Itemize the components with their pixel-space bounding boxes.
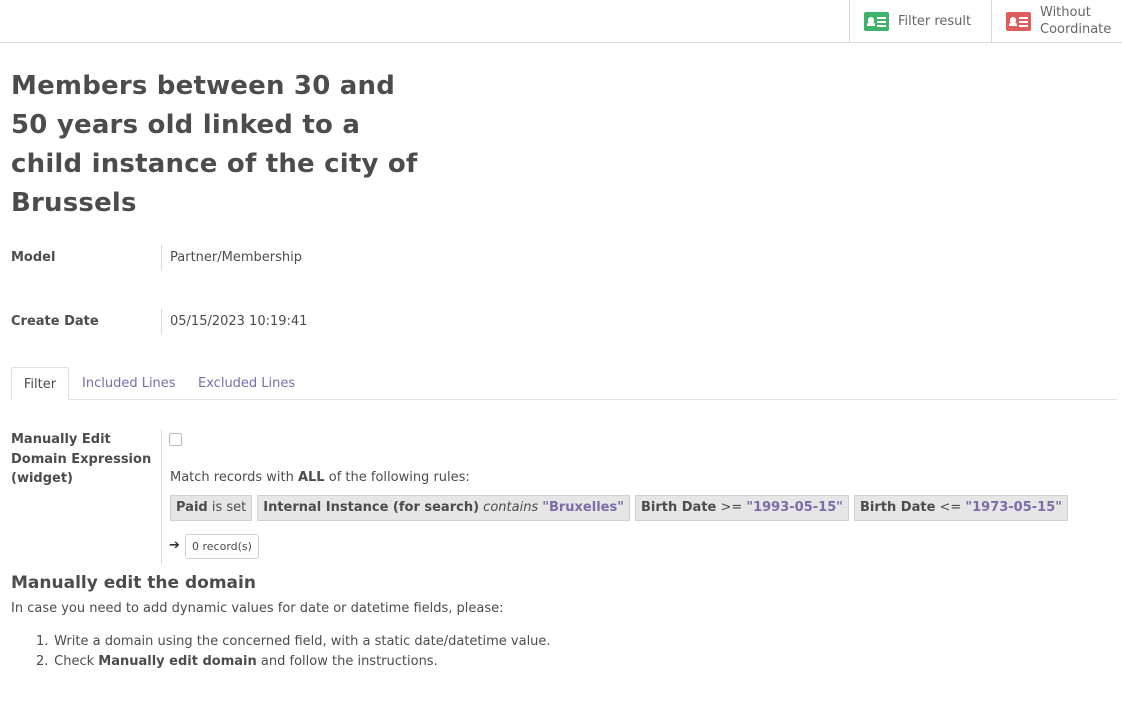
tab-filter[interactable]: Filter (11, 367, 69, 400)
manually-edit-domain-checkbox[interactable] (169, 433, 182, 446)
notebook-tabs: Filter Included Lines Excluded Lines (11, 367, 1117, 400)
rule-operator: <= (939, 500, 962, 515)
match-prefix: Match records with (170, 470, 294, 485)
rule-operator: is set (211, 500, 247, 515)
domain-rule[interactable]: Birth Date >= "1993-05-15" (635, 495, 850, 521)
step-number: 2. (36, 653, 49, 669)
id-card-icon (1006, 11, 1031, 31)
page-title: Members between 30 and 50 years old link… (11, 71, 418, 218)
step-text: Write a domain using the concerned field… (54, 634, 551, 649)
domain-widget-label: Manually Edit Domain Expression (widget) (11, 432, 152, 486)
record-count-button[interactable]: 0 record(s) (185, 534, 259, 559)
list-item: 1. Write a domain using the concerned fi… (36, 632, 551, 652)
rule-value: "Bruxelles" (542, 500, 624, 515)
rule-value: "1973-05-15" (965, 500, 1063, 515)
help-text: In case you need to add dynamic values f… (11, 601, 504, 616)
id-card-icon (864, 11, 889, 31)
match-keyword[interactable]: ALL (298, 470, 325, 485)
model-label: Model (11, 250, 56, 265)
step-text-bold: Manually edit domain (98, 653, 257, 669)
create-date-label: Create Date (11, 314, 99, 329)
domain-rules: Paid is set Internal Instance (for searc… (170, 495, 1069, 521)
match-suffix: of the following rules: (328, 470, 470, 485)
filter-result-label: Filter result (898, 13, 972, 29)
step-text-post: and follow the instructions. (260, 653, 438, 669)
domain-rule[interactable]: Paid is set (170, 495, 253, 521)
match-records-text: Match records with ALL of the following … (170, 470, 470, 485)
button-box: Filter result Without Coordinate (0, 0, 1122, 43)
arrow-right-icon: ➔ (169, 538, 180, 553)
step-number: 1. (36, 634, 49, 649)
rule-operator: contains (483, 500, 539, 515)
domain-rule[interactable]: Internal Instance (for search) contains "… (257, 495, 630, 521)
rule-value: "1993-05-15" (746, 500, 844, 515)
create-date-value: 05/15/2023 10:19:41 (161, 309, 307, 335)
list-item: 2. Check Manually edit domain and follow… (36, 652, 551, 672)
tab-included-lines[interactable]: Included Lines (82, 367, 176, 400)
filter-result-button[interactable]: Filter result (849, 0, 992, 42)
domain-rule[interactable]: Birth Date <= "1973-05-15" (854, 495, 1069, 521)
without-coordinate-label: Without Coordinate (1040, 5, 1112, 37)
help-title: Manually edit the domain (11, 573, 256, 593)
step-text-pre: Check (54, 653, 95, 669)
rule-field: Birth Date (860, 500, 936, 515)
field-divider (161, 430, 162, 564)
rule-field: Internal Instance (for search) (263, 500, 480, 515)
without-coordinate-button[interactable]: Without Coordinate (991, 0, 1122, 42)
model-value: Partner/Membership (161, 245, 302, 271)
rule-field: Paid (176, 500, 208, 515)
help-steps: 1. Write a domain using the concerned fi… (36, 632, 551, 672)
rule-field: Birth Date (641, 500, 717, 515)
rule-operator: >= (720, 500, 743, 515)
tab-excluded-lines[interactable]: Excluded Lines (198, 367, 295, 400)
